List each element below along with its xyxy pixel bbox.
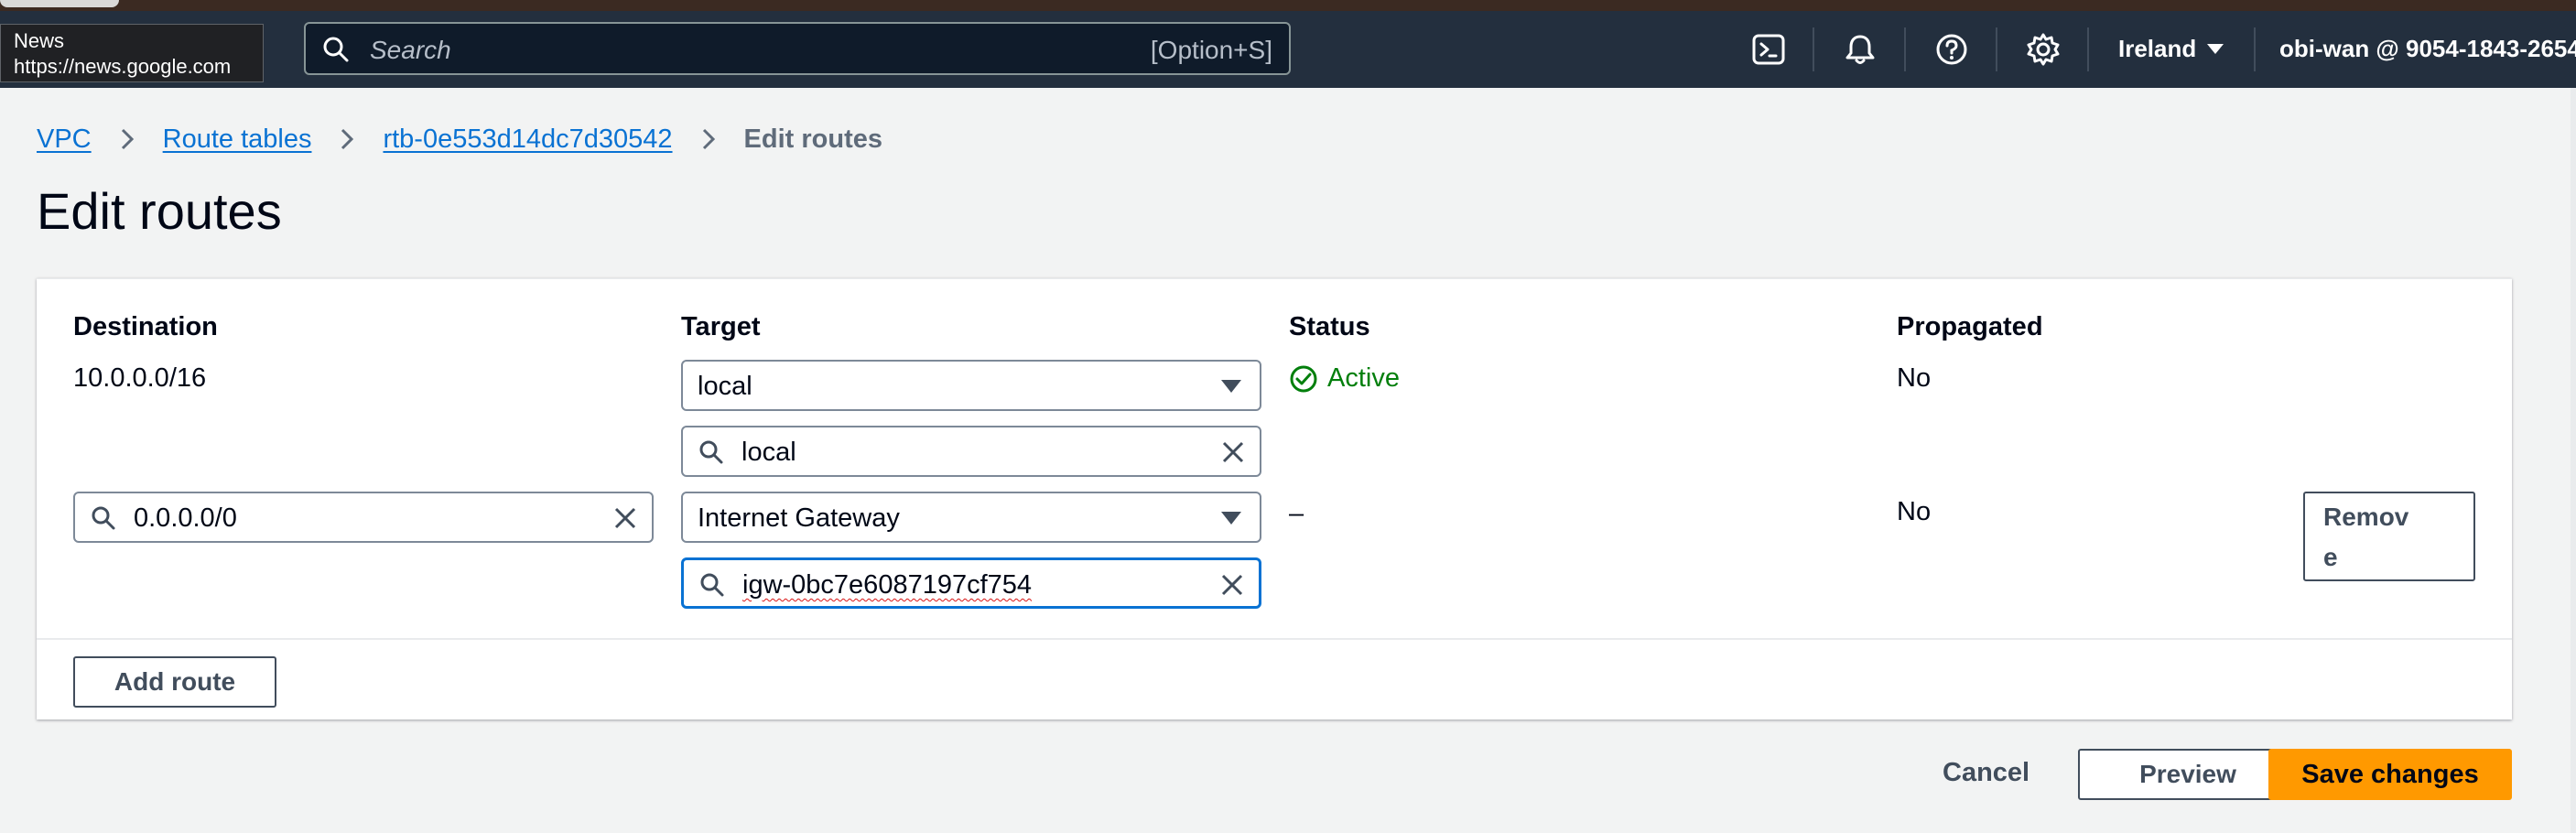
target-search-input[interactable]: local — [681, 426, 1261, 477]
search-icon — [92, 506, 115, 530]
region-selector[interactable]: Ireland — [2118, 35, 2224, 63]
search-icon — [700, 573, 724, 597]
search-icon — [699, 440, 723, 464]
caret-down-icon — [1221, 380, 1241, 393]
cancel-button[interactable]: Cancel — [1943, 758, 2029, 788]
chevron-right-icon — [702, 128, 715, 150]
tooltip-title: News — [14, 29, 65, 52]
column-header-destination: Destination — [73, 312, 218, 341]
propagated-value: No — [1897, 363, 1932, 393]
chevron-right-icon — [341, 128, 354, 150]
caret-down-icon — [1221, 512, 1241, 525]
save-changes-button[interactable]: Save changes — [2268, 749, 2512, 800]
breadcrumb-link-route-table-id[interactable]: rtb-0e553d14dc7d30542 — [383, 124, 672, 155]
search-placeholder: Search — [370, 36, 451, 64]
remove-route-button[interactable]: Remov e — [2303, 492, 2475, 581]
notifications-bell-icon[interactable] — [1842, 31, 1878, 68]
caret-down-icon — [2207, 44, 2224, 54]
help-icon[interactable] — [1933, 31, 1970, 68]
page-title: Edit routes — [37, 182, 282, 240]
search-value: local — [741, 438, 796, 467]
browser-tab-strip — [0, 0, 2576, 11]
search-value: igw-0bc7e6087197cf754 — [742, 570, 1033, 600]
account-menu[interactable]: obi-wan @ 9054-1843-2654 — [2279, 35, 2576, 63]
region-label: Ireland — [2118, 35, 2197, 62]
route-destination-static: 10.0.0.0/16 — [73, 363, 207, 393]
scrollbar-track[interactable] — [2571, 88, 2576, 833]
nav-divider — [2254, 27, 2256, 71]
search-icon — [323, 37, 349, 62]
nav-divider — [2087, 27, 2089, 71]
propagated-value: No — [1897, 497, 1932, 526]
global-search-input[interactable]: Search [Option+S] — [304, 22, 1291, 75]
chevron-right-icon — [121, 128, 134, 150]
cloudshell-icon[interactable] — [1750, 31, 1787, 68]
browser-link-tooltip: News https://news.google.com — [0, 24, 264, 82]
nav-divider — [1813, 27, 1814, 71]
target-search-input[interactable]: igw-0bc7e6087197cf754 — [681, 557, 1261, 609]
add-route-button[interactable]: Add route — [73, 656, 276, 708]
nav-divider — [1904, 27, 1906, 71]
breadcrumb-current: Edit routes — [743, 124, 882, 154]
remove-label-line2: e — [2323, 543, 2338, 571]
settings-gear-icon[interactable] — [2025, 31, 2062, 68]
aws-top-navigation: s Search [Option+S] Ireland obi-wan @ 90… — [0, 11, 2576, 88]
target-type-select[interactable]: Internet Gateway — [681, 492, 1261, 543]
breadcrumb-link-route-tables[interactable]: Route tables — [163, 124, 312, 155]
clear-x-icon[interactable] — [1219, 438, 1247, 466]
tooltip-url: https://news.google.com — [14, 55, 232, 78]
panel-divider — [37, 638, 2512, 640]
column-header-propagated: Propagated — [1897, 312, 2043, 341]
check-circle-icon — [1290, 365, 1317, 392]
remove-label-line1: Remov — [2323, 503, 2409, 531]
column-header-target: Target — [681, 312, 761, 341]
search-shortcut-hint: [Option+S] — [1150, 36, 1272, 64]
routes-editor-panel: Destination Target Status Propagated 10.… — [37, 278, 2512, 719]
status-empty: – — [1289, 499, 1304, 528]
preview-button[interactable]: Preview — [2078, 749, 2298, 800]
input-value: 0.0.0.0/0 — [134, 503, 237, 533]
clear-x-icon[interactable] — [1218, 571, 1246, 599]
clear-x-icon[interactable] — [612, 504, 639, 532]
nav-divider — [1996, 27, 1997, 71]
select-value: Internet Gateway — [698, 503, 900, 533]
status-label: Active — [1327, 363, 1400, 393]
browser-tab-edge — [0, 0, 119, 7]
target-type-select[interactable]: local — [681, 360, 1261, 411]
select-value: local — [698, 372, 752, 401]
column-header-status: Status — [1289, 312, 1370, 341]
breadcrumb: VPC Route tables rtb-0e553d14dc7d30542 E… — [37, 123, 882, 156]
destination-cidr-input[interactable]: 0.0.0.0/0 — [73, 492, 654, 543]
breadcrumb-link-vpc[interactable]: VPC — [37, 124, 92, 155]
status-active: Active — [1289, 363, 1400, 394]
